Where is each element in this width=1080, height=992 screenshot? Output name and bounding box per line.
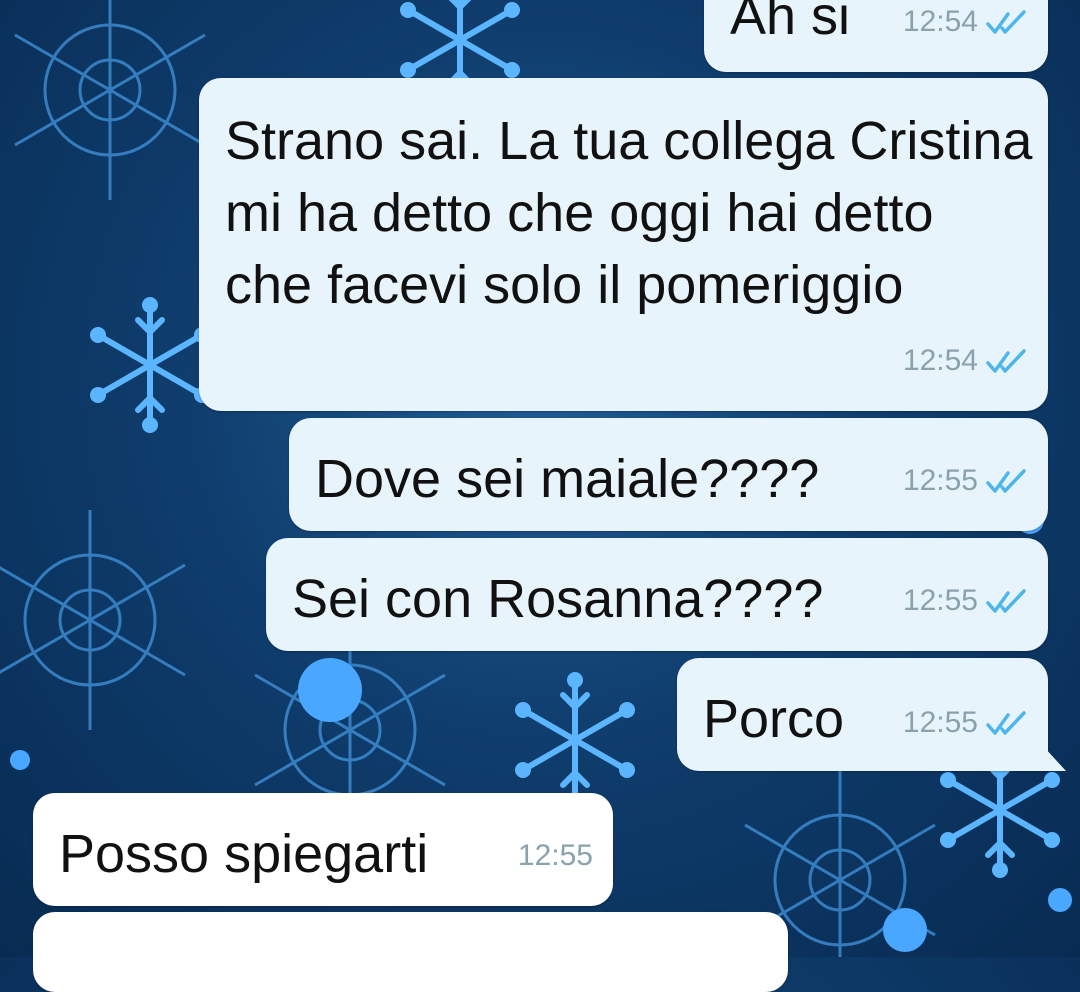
message-bubble-outgoing[interactable]: Porco 12:55: [677, 658, 1066, 771]
bubble-tail: [1044, 747, 1066, 771]
message-text: Porco: [703, 689, 845, 749]
message-timestamp: 12:54: [902, 344, 978, 377]
read-ticks-icon: [986, 469, 1026, 493]
message-timestamp: 12:54: [902, 5, 978, 38]
message-bubble-outgoing[interactable]: Strano sai. La tua collega Cristina mi h…: [199, 78, 1048, 411]
message-bubble-outgoing[interactable]: Sei con Rosanna???? 12:55: [266, 538, 1048, 651]
read-ticks-icon: [986, 10, 1026, 34]
message-text: Dove sei maiale????: [315, 449, 820, 509]
message-text: Sei con Rosanna????: [292, 569, 824, 629]
message-bubble-incoming[interactable]: Posso spiegarti 12:55: [33, 793, 613, 906]
message-bubble-outgoing[interactable]: Ah si 12:54: [704, 0, 1048, 72]
message-timestamp: 12:55: [517, 839, 593, 872]
message-text: Posso spiegarti: [59, 824, 429, 884]
message-timestamp: 12:55: [902, 584, 978, 617]
message-bubble-incoming-partial[interactable]: [33, 912, 788, 992]
message-timestamp: 12:55: [902, 706, 978, 739]
message-text: Ah si: [730, 0, 851, 46]
read-ticks-icon: [986, 711, 1026, 735]
read-ticks-icon: [986, 589, 1026, 613]
read-ticks-icon: [986, 349, 1026, 373]
message-timestamp: 12:55: [902, 464, 978, 497]
message-text: Strano sai. La tua collega Cristina mi h…: [225, 111, 1048, 315]
message-bubble-outgoing[interactable]: Dove sei maiale???? 12:55: [289, 418, 1048, 531]
